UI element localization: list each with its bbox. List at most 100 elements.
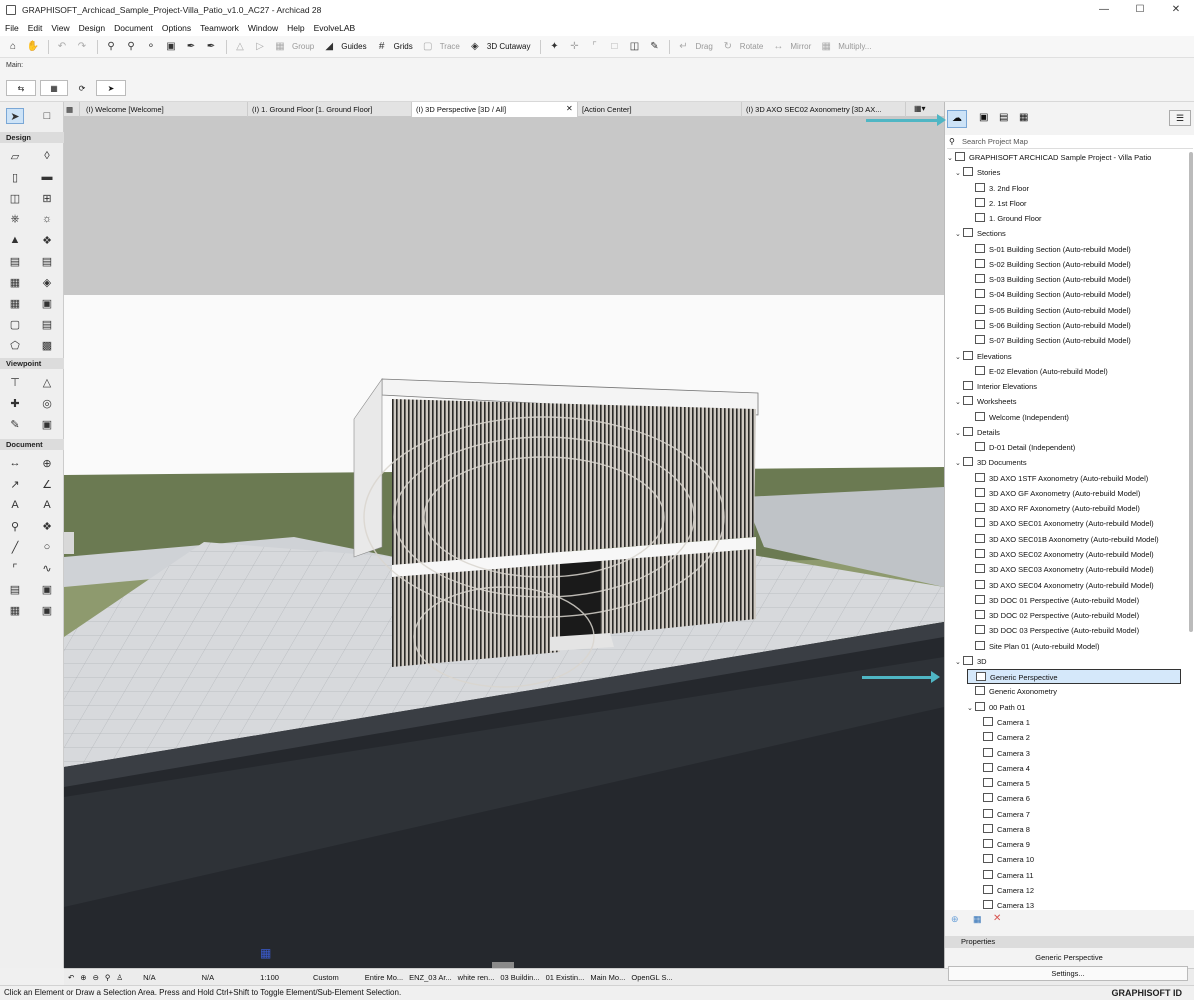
tree-item[interactable]: D-01 Detail (Independent) <box>967 440 1075 455</box>
section-tool-icon[interactable]: ⊤ <box>6 374 24 390</box>
grids-icon[interactable]: # <box>373 39 391 55</box>
menu-teamwork[interactable]: Teamwork <box>200 23 239 33</box>
tree-item[interactable]: Camera 11 <box>975 868 1034 883</box>
detail-tool-icon[interactable]: ✎ <box>6 416 24 432</box>
marker-tool-icon[interactable]: ⚲ <box>6 518 24 534</box>
split-icon[interactable]: ✦ <box>545 39 563 55</box>
guides-icon[interactable]: ◢ <box>320 39 338 55</box>
main-model-field[interactable]: Main Mo... <box>590 973 625 982</box>
tree-item[interactable]: S-03 Building Section (Auto-rebuild Mode… <box>967 272 1131 287</box>
menu-design[interactable]: Design <box>79 23 105 33</box>
menu-options[interactable]: Options <box>162 23 191 33</box>
wall-tool-icon[interactable]: ▱ <box>6 148 24 164</box>
tree-item[interactable]: Camera 2 <box>975 730 1030 745</box>
close-button[interactable]: ✕ <box>1158 0 1194 20</box>
trace-button[interactable]: Trace <box>440 42 460 51</box>
mep-tool-icon[interactable]: ▤ <box>38 316 56 332</box>
label-tool-icon[interactable]: A <box>38 497 56 513</box>
project-map-icon[interactable]: ☁ <box>947 110 967 128</box>
tree-item[interactable]: 3D DOC 02 Perspective (Auto-rebuild Mode… <box>967 608 1139 623</box>
find-select-icon[interactable]: ⚲ <box>102 39 120 55</box>
tree-item[interactable]: ⌄ 3D <box>955 654 987 669</box>
cutaway-button[interactable]: 3D Cutaway <box>487 42 531 51</box>
door-tool-icon[interactable]: ◫ <box>6 190 24 206</box>
tree-item[interactable]: 3D AXO SEC02 Axonometry (Auto-rebuild Mo… <box>967 547 1154 562</box>
tab-3d-axo-sec02[interactable]: (I) 3D AXO SEC02 Axonometry [3D AX... <box>742 102 906 117</box>
tree-item[interactable]: 3D AXO 1STF Axonometry (Auto-rebuild Mod… <box>967 471 1148 486</box>
search-input[interactable]: Search Project Map <box>947 135 1193 149</box>
text-tool-icon[interactable]: A <box>6 497 24 513</box>
fill-tool-icon[interactable]: ▤ <box>6 581 24 597</box>
tree-item[interactable]: S-02 Building Section (Auto-rebuild Mode… <box>967 257 1131 272</box>
polyline-tool-icon[interactable]: ⌜ <box>6 560 24 576</box>
skylight-tool-icon[interactable]: ▢ <box>6 316 24 332</box>
building-field[interactable]: 03 Buildin... <box>500 973 539 982</box>
drag-icon[interactable]: ↵ <box>674 39 692 55</box>
tree-item[interactable]: ⌄ 00 Path 01 <box>967 700 1025 715</box>
curtain-wall-tool-icon[interactable]: ▦ <box>6 274 24 290</box>
layers-icon[interactable]: ▣ <box>162 39 180 55</box>
tree-item[interactable]: ⌄ GRAPHISOFT ARCHICAD Sample Project - Vi… <box>947 150 1151 165</box>
tree-item[interactable]: Generic Perspective <box>967 669 1181 685</box>
multiply-icon[interactable]: ▦ <box>817 39 835 55</box>
settings-panel-icon[interactable]: ▦ <box>973 914 982 925</box>
opengl-field[interactable]: OpenGL S... <box>631 973 672 982</box>
stair-tool-icon[interactable]: ▤ <box>6 253 24 269</box>
mirror-shape-icon[interactable]: ▷ <box>251 39 269 55</box>
tree-item[interactable]: 3. 2nd Floor <box>967 181 1029 196</box>
white-render-field[interactable]: white ren... <box>458 973 495 982</box>
tree-item[interactable]: Camera 12 <box>975 883 1034 898</box>
ungroup-icon[interactable]: ▦ <box>271 39 289 55</box>
rotate-button[interactable]: Rotate <box>740 42 764 51</box>
change-tool-icon[interactable]: ▣ <box>38 416 56 432</box>
walk-icon[interactable]: ♙ <box>116 973 123 982</box>
selection-method-icon[interactable]: ▦ <box>40 80 68 96</box>
tree-item[interactable]: Camera 1 <box>975 715 1030 730</box>
align-icon[interactable]: ◫ <box>625 39 643 55</box>
toolbox-document-header[interactable]: Document <box>0 439 64 450</box>
tab-welcome[interactable]: (I) Welcome [Welcome] <box>82 102 248 117</box>
lamp-tool-icon[interactable]: ☼ <box>38 211 56 227</box>
shell-tool-icon[interactable]: ❖ <box>38 232 56 248</box>
guides-button[interactable]: Guides <box>341 42 366 51</box>
tree-item[interactable]: ⌄ Elevations <box>955 349 1012 364</box>
tree-item[interactable]: S-07 Building Section (Auto-rebuild Mode… <box>967 333 1131 348</box>
layout-book-icon[interactable]: ▤ <box>999 112 1008 123</box>
tree-scrollbar[interactable] <box>1189 152 1193 632</box>
tree-item[interactable]: S-05 Building Section (Auto-rebuild Mode… <box>967 303 1131 318</box>
chevron-down-icon[interactable]: ⌄ <box>967 701 975 716</box>
syringe-icon[interactable]: ✒ <box>202 39 220 55</box>
menu-document[interactable]: Document <box>114 23 153 33</box>
cutaway-icon[interactable]: ◈ <box>466 39 484 55</box>
worksheet-tool-icon[interactable]: ◎ <box>38 395 56 411</box>
tree-item[interactable]: 3D AXO RF Axonometry (Auto-rebuild Model… <box>967 501 1140 516</box>
tree-item[interactable]: Camera 10 <box>975 852 1034 867</box>
menu-file[interactable]: File <box>5 23 19 33</box>
chevron-down-icon[interactable]: ⌄ <box>955 655 963 670</box>
elevation-tool-icon[interactable]: △ <box>38 374 56 390</box>
arrow-tool-icon[interactable]: ➤ <box>96 80 126 96</box>
tab-3d-perspective[interactable]: (I) 3D Perspective [3D / All] <box>412 102 578 117</box>
morph-tool-icon[interactable]: ◈ <box>38 274 56 290</box>
triangle-icon[interactable]: △ <box>231 39 249 55</box>
tree-item[interactable]: 3D AXO SEC04 Axonometry (Auto-rebuild Mo… <box>967 578 1154 593</box>
minimize-button[interactable]: — <box>1086 0 1122 20</box>
scale-field[interactable]: 1:100 <box>260 973 279 982</box>
3d-viewport[interactable]: ▦ <box>64 117 944 968</box>
arrow-tool-icon[interactable]: ➤ <box>6 108 24 124</box>
tree-item[interactable]: ⌄ Stories <box>955 165 1000 180</box>
tree-item[interactable]: Generic Axonometry <box>967 684 1057 699</box>
tree-item[interactable]: 3D AXO SEC01 Axonometry (Auto-rebuild Mo… <box>967 516 1154 531</box>
rotate-icon[interactable]: ↻ <box>719 39 737 55</box>
offset-icon[interactable]: □ <box>605 39 623 55</box>
chevron-down-icon[interactable]: ⌄ <box>955 395 963 410</box>
menu-help[interactable]: Help <box>287 23 304 33</box>
trace-icon[interactable]: ▢ <box>419 39 437 55</box>
chevron-down-icon[interactable]: ⌄ <box>947 151 955 166</box>
adjust-icon[interactable]: ✛ <box>565 39 583 55</box>
tree-item[interactable]: S-06 Building Section (Auto-rebuild Mode… <box>967 318 1131 333</box>
tree-item[interactable]: S-04 Building Section (Auto-rebuild Mode… <box>967 287 1131 302</box>
tree-item[interactable]: Camera 13 <box>975 898 1034 910</box>
tree-item[interactable]: 3D AXO GF Axonometry (Auto-rebuild Model… <box>967 486 1140 501</box>
mesh-tool-icon[interactable]: ▣ <box>38 295 56 311</box>
